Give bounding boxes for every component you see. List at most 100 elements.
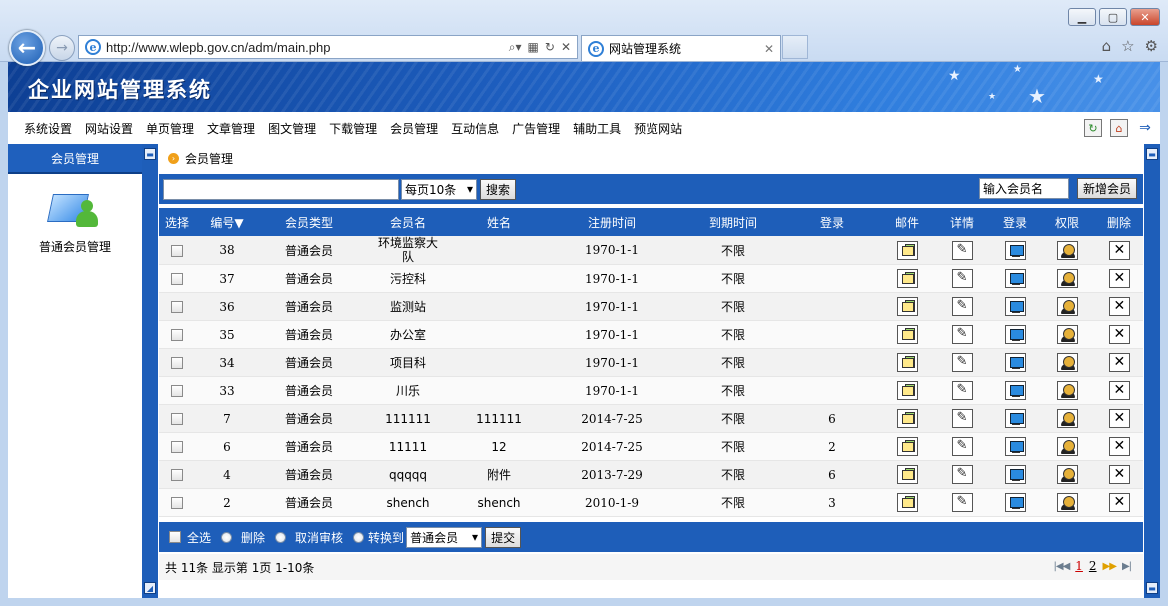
edit-detail-icon[interactable] (951, 325, 973, 344)
page-link[interactable]: 2 (1089, 559, 1097, 573)
edit-detail-icon[interactable] (951, 240, 973, 260)
row-checkbox[interactable] (171, 385, 183, 397)
edit-detail-icon[interactable] (951, 381, 973, 400)
resize-corner-icon[interactable]: ◢ (144, 582, 156, 594)
delete-x-icon[interactable] (1108, 465, 1130, 484)
permission-user-icon[interactable] (1056, 381, 1078, 400)
col-id-sort[interactable]: 编号▼ (195, 208, 259, 236)
edit-detail-icon[interactable] (951, 437, 973, 456)
logout-arrow-icon[interactable]: ⇒ (1136, 119, 1154, 137)
menu-item-members[interactable]: 会员管理 (390, 120, 438, 137)
browser-tab[interactable]: e 网站管理系统 ✕ (581, 35, 781, 61)
login-computer-icon[interactable] (1004, 465, 1026, 484)
mail-icon[interactable] (896, 325, 918, 344)
maximize-button[interactable]: ▢ (1099, 8, 1127, 26)
address-url[interactable]: http://www.wlepb.gov.cn/adm/main.php (106, 40, 509, 55)
mail-icon[interactable] (896, 297, 918, 316)
login-computer-icon[interactable] (1004, 409, 1026, 428)
right-scrollbar[interactable]: ▬ ▬ (1144, 144, 1160, 598)
login-computer-icon[interactable] (1004, 269, 1026, 288)
first-page-icon[interactable]: |◀◀ (1054, 561, 1071, 572)
menu-item-ads[interactable]: 广告管理 (512, 120, 560, 137)
delete-x-icon[interactable] (1108, 240, 1130, 260)
mail-icon[interactable] (896, 240, 918, 260)
row-checkbox[interactable] (171, 469, 183, 481)
permission-user-icon[interactable] (1056, 269, 1078, 288)
row-checkbox[interactable] (171, 441, 183, 453)
select-all-checkbox[interactable] (169, 531, 181, 543)
search-input[interactable] (163, 178, 399, 200)
home-icon[interactable]: ⌂ (1102, 37, 1112, 55)
compat-view-icon[interactable]: ▦ (528, 40, 539, 55)
mail-icon[interactable] (896, 437, 918, 456)
per-page-select[interactable]: 每页10条 ▾ (401, 178, 477, 200)
login-computer-icon[interactable] (1004, 493, 1026, 512)
delete-x-icon[interactable] (1108, 297, 1130, 316)
scroll-bottom-icon[interactable]: ▬ (1146, 582, 1158, 594)
login-computer-icon[interactable] (1004, 325, 1026, 344)
regular-member-management-link[interactable]: 普通会员管理 (8, 238, 142, 255)
mail-icon[interactable] (896, 353, 918, 372)
menu-item-site-settings[interactable]: 网站设置 (85, 120, 133, 137)
menu-item-tools[interactable]: 辅助工具 (573, 120, 621, 137)
permission-user-icon[interactable] (1056, 297, 1078, 316)
mail-icon[interactable] (896, 269, 918, 288)
member-name-input[interactable]: 输入会员名 (979, 178, 1069, 199)
permission-user-icon[interactable] (1056, 493, 1078, 512)
row-checkbox[interactable] (171, 497, 183, 509)
menu-item-single-page[interactable]: 单页管理 (146, 120, 194, 137)
permission-user-icon[interactable] (1056, 465, 1078, 484)
edit-detail-icon[interactable] (951, 493, 973, 512)
permission-user-icon[interactable] (1056, 353, 1078, 372)
login-computer-icon[interactable] (1004, 437, 1026, 456)
convert-radio[interactable] (353, 531, 365, 543)
permission-user-icon[interactable] (1056, 437, 1078, 456)
collapse-top-icon[interactable]: ▬ (144, 148, 156, 160)
delete-x-icon[interactable] (1108, 493, 1130, 512)
delete-x-icon[interactable] (1108, 269, 1130, 288)
row-checkbox[interactable] (171, 413, 183, 425)
login-computer-icon[interactable] (1004, 297, 1026, 316)
address-bar[interactable]: e http://www.wlepb.gov.cn/adm/main.php ⌕… (78, 35, 578, 59)
row-checkbox[interactable] (171, 273, 183, 285)
mail-icon[interactable] (896, 381, 918, 400)
search-button[interactable]: 搜索 (480, 178, 517, 200)
login-computer-icon[interactable] (1004, 353, 1026, 372)
edit-detail-icon[interactable] (951, 409, 973, 428)
row-checkbox[interactable] (171, 244, 183, 257)
add-member-button[interactable]: 新增会员 (1076, 178, 1137, 199)
login-computer-icon[interactable] (1004, 240, 1026, 260)
search-icon[interactable]: ⌕▾ (509, 40, 522, 55)
permission-user-icon[interactable] (1056, 409, 1078, 428)
delete-x-icon[interactable] (1108, 325, 1130, 344)
permission-user-icon[interactable] (1056, 325, 1078, 344)
menu-item-articles[interactable]: 文章管理 (207, 120, 255, 137)
settings-gear-icon[interactable]: ⚙ (1145, 37, 1158, 55)
new-tab-button[interactable] (782, 35, 808, 59)
edit-detail-icon[interactable] (951, 465, 973, 484)
refresh-icon[interactable]: ↻ (545, 40, 555, 55)
row-checkbox[interactable] (171, 357, 183, 369)
favorites-star-icon[interactable]: ☆ (1121, 37, 1134, 55)
forward-arrow-icon[interactable]: → (49, 35, 75, 61)
mail-icon[interactable] (896, 409, 918, 428)
delete-radio[interactable] (221, 531, 233, 543)
tab-close-icon[interactable]: ✕ (764, 42, 780, 56)
permission-user-icon[interactable] (1056, 240, 1078, 260)
close-window-button[interactable]: ✕ (1130, 8, 1160, 26)
edit-detail-icon[interactable] (951, 297, 973, 316)
submit-button[interactable]: 提交 (485, 526, 522, 548)
member-management-icon[interactable] (47, 186, 102, 232)
login-computer-icon[interactable] (1004, 381, 1026, 400)
cancel-audit-radio[interactable] (275, 531, 287, 543)
menu-item-preview-site[interactable]: 预览网站 (634, 120, 682, 137)
menu-item-interaction[interactable]: 互动信息 (451, 120, 499, 137)
row-checkbox[interactable] (171, 329, 183, 341)
home-icon[interactable]: ⌂ (1110, 119, 1128, 137)
delete-x-icon[interactable] (1108, 409, 1130, 428)
mail-icon[interactable] (896, 465, 918, 484)
member-type-select[interactable]: 普通会员 ▾ (406, 526, 483, 548)
refresh-icon[interactable]: ↻ (1084, 119, 1102, 137)
delete-x-icon[interactable] (1108, 353, 1130, 372)
menu-item-system-settings[interactable]: 系统设置 (24, 120, 72, 137)
